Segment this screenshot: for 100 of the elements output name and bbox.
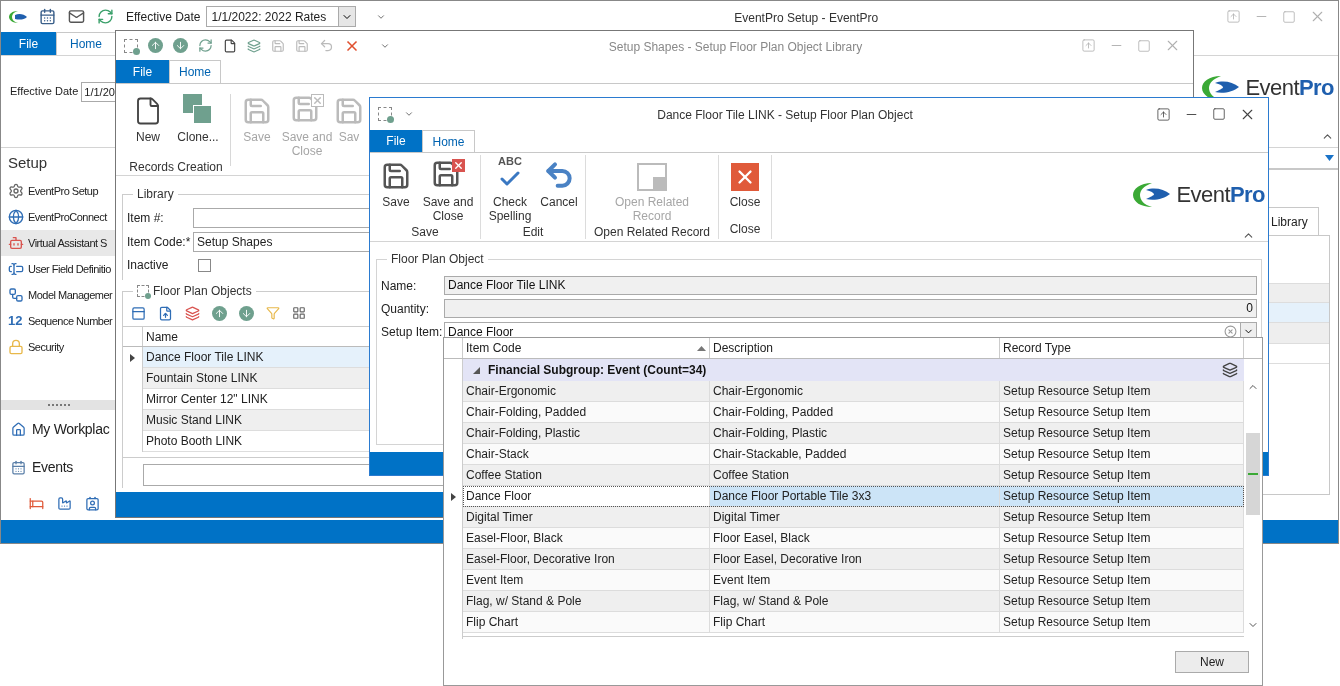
table-cell[interactable]: Chair-Folding, Padded bbox=[463, 402, 710, 422]
table-cell[interactable]: Setup Resource Setup Item bbox=[1000, 507, 1244, 527]
ribbon-button[interactable]: Clone... bbox=[172, 94, 224, 144]
ribbon-tab[interactable]: Home bbox=[56, 32, 116, 55]
ribbon-button[interactable]: Save bbox=[376, 159, 416, 209]
column-header[interactable]: Record Type bbox=[1000, 338, 1244, 358]
maximize-icon[interactable] bbox=[1212, 107, 1226, 121]
contact-card-icon[interactable] bbox=[85, 495, 100, 511]
table-cell[interactable]: Chair-Ergonomic bbox=[710, 381, 1000, 401]
ribbon-tab[interactable]: File bbox=[116, 60, 169, 83]
filter-icon[interactable] bbox=[266, 306, 280, 320]
table-cell[interactable]: Setup Resource Setup Item bbox=[1000, 612, 1244, 632]
window-title: Dance Floor Tile LINK - Setup Floor Plan Object bbox=[657, 108, 913, 122]
field-label: Quantity: bbox=[381, 300, 431, 318]
dropdown-triangle-icon[interactable] bbox=[1325, 155, 1334, 161]
ribbon-button[interactable]: ABC Check Spelling bbox=[487, 159, 533, 223]
ribbon-tab[interactable]: File bbox=[1, 32, 56, 55]
layers-icon[interactable] bbox=[185, 305, 200, 321]
table-cell[interactable]: Setup Resource Setup Item bbox=[1000, 486, 1244, 506]
undo-icon bbox=[543, 159, 575, 191]
table-cell[interactable]: Flag, w/ Stand & Pole bbox=[463, 591, 710, 611]
ribbon-button[interactable]: Cancel bbox=[539, 159, 579, 209]
table-cell[interactable]: Flag, w/ Stand & Pole bbox=[710, 591, 1000, 611]
save-icon[interactable] bbox=[271, 38, 285, 53]
field-label: Item Code:* bbox=[127, 234, 192, 251]
maximize-icon[interactable] bbox=[1282, 9, 1296, 24]
table-cell[interactable]: Event Item bbox=[710, 570, 1000, 590]
ribbon-button[interactable]: New bbox=[128, 94, 168, 144]
nav-item[interactable]: My Workplac bbox=[1, 410, 116, 448]
ribbon-tab[interactable]: Home bbox=[169, 60, 221, 83]
table-cell[interactable]: Setup Resource Setup Item bbox=[1000, 381, 1244, 401]
selection-icon[interactable] bbox=[378, 107, 392, 121]
table-cell[interactable]: Setup Resource Setup Item bbox=[1000, 570, 1244, 590]
table-cell[interactable]: Setup Resource Setup Item bbox=[1000, 549, 1244, 569]
table-cell[interactable]: Chair-Ergonomic bbox=[463, 381, 710, 401]
table-cell[interactable]: Setup Resource Setup Item bbox=[1000, 444, 1244, 464]
sidebar-item-label: Model Managemer bbox=[28, 287, 113, 303]
table-cell[interactable]: Coffee Station bbox=[463, 465, 710, 485]
group-row[interactable]: Financial Subgroup: Event (Count=34) bbox=[463, 359, 1244, 381]
table-cell[interactable]: Setup Resource Setup Item bbox=[1000, 591, 1244, 611]
bed-icon[interactable] bbox=[29, 495, 44, 511]
table-cell[interactable]: Setup Resource Setup Item bbox=[1000, 402, 1244, 422]
table-cell[interactable]: Setup Resource Setup Item bbox=[1000, 423, 1244, 443]
nav-item[interactable]: Events bbox=[1, 448, 116, 486]
calendar-icon[interactable] bbox=[39, 8, 56, 25]
table-cell[interactable]: Chair-Stack bbox=[463, 444, 710, 464]
table-cell[interactable]: Digital Timer bbox=[710, 507, 1000, 527]
ribbon-button[interactable]: Save and Close bbox=[422, 159, 474, 223]
table-cell[interactable]: Dance Floor Portable Tile 3x3 bbox=[710, 486, 1000, 506]
table-cell[interactable]: Floor Easel, Decorative Iron bbox=[710, 549, 1000, 569]
layout-icon[interactable] bbox=[292, 306, 306, 320]
selection-icon[interactable] bbox=[124, 38, 138, 53]
stack-icon[interactable] bbox=[1222, 362, 1238, 378]
mail-icon[interactable] bbox=[68, 8, 85, 25]
section-legend: Floor Plan Object bbox=[387, 250, 488, 268]
ribbon-button[interactable]: Close bbox=[725, 159, 765, 209]
panel-icon[interactable] bbox=[131, 305, 146, 321]
selection-icon bbox=[137, 285, 149, 297]
group-label: Edit bbox=[522, 224, 544, 241]
table-cell[interactable]: Chair-Folding, Plastic bbox=[710, 423, 1000, 443]
column-header[interactable]: Item Code bbox=[463, 338, 710, 358]
quantity-field[interactable]: 0 bbox=[444, 299, 1257, 318]
refresh-icon[interactable] bbox=[97, 8, 114, 25]
table-cell[interactable]: Easel-Floor, Decorative Iron bbox=[463, 549, 710, 569]
effective-date-dropdown[interactable]: 1/1/2022: 2022 Rates bbox=[206, 6, 357, 27]
column-header[interactable]: Description bbox=[710, 338, 1000, 358]
table-cell[interactable]: Setup Resource Setup Item bbox=[1000, 465, 1244, 485]
new-button[interactable]: New bbox=[1175, 651, 1249, 673]
app-logo-icon[interactable] bbox=[9, 9, 27, 24]
maximize-icon[interactable] bbox=[1137, 38, 1151, 53]
sidebar-item[interactable]: Virtual Assistant S bbox=[1, 230, 116, 256]
table-cell[interactable]: Coffee Station bbox=[710, 465, 1000, 485]
table-cell[interactable]: Digital Timer bbox=[463, 507, 710, 527]
table-cell[interactable]: Setup Resource Setup Item bbox=[1000, 528, 1244, 548]
clear-icon[interactable] bbox=[1224, 325, 1237, 338]
undo-icon[interactable] bbox=[319, 38, 334, 53]
grip-icon[interactable] bbox=[47, 403, 70, 407]
table-cell[interactable]: Chair-Stackable, Padded bbox=[710, 444, 1000, 464]
new-page-icon[interactable] bbox=[223, 38, 237, 53]
refresh-icon[interactable] bbox=[198, 38, 213, 53]
item-code-field[interactable]: Setup Shapes bbox=[193, 232, 370, 252]
table-cell[interactable]: Easel-Floor, Black bbox=[463, 528, 710, 548]
table-cell[interactable]: Event Item bbox=[463, 570, 710, 590]
table-cell[interactable]: Floor Easel, Black bbox=[710, 528, 1000, 548]
item-number-field[interactable] bbox=[193, 208, 370, 228]
table-cell[interactable]: Chair-Folding, Padded bbox=[710, 402, 1000, 422]
undock-icon[interactable] bbox=[1156, 106, 1171, 122]
table-cell[interactable]: Flip Chart bbox=[710, 612, 1000, 632]
effective-date-label: Effective Date bbox=[10, 84, 79, 100]
library-tab[interactable]: Library bbox=[1269, 207, 1319, 235]
name-field[interactable]: Dance Floor Tile LINK bbox=[444, 276, 1257, 295]
field-label: Inactive bbox=[127, 257, 170, 274]
ribbon-tab[interactable]: File bbox=[370, 130, 422, 152]
table-cell[interactable]: Flip Chart bbox=[463, 612, 710, 632]
customize-caret-icon[interactable] bbox=[404, 109, 414, 119]
table-cell[interactable]: Chair-Folding, Plastic bbox=[463, 423, 710, 443]
ribbon-tab[interactable]: Home bbox=[422, 130, 475, 152]
factory-icon[interactable] bbox=[57, 495, 72, 511]
export-icon[interactable] bbox=[158, 305, 173, 321]
table-cell[interactable]: Dance Floor bbox=[463, 486, 710, 506]
